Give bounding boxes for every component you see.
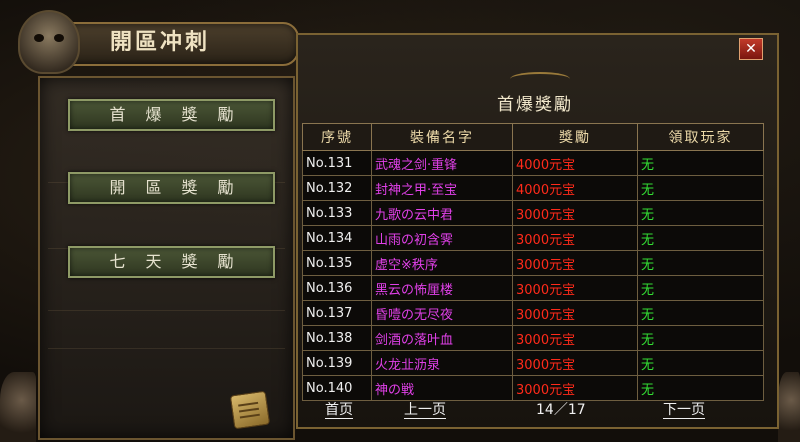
header-reward: 獎勵	[512, 123, 638, 151]
cell-serial: No.139	[302, 350, 372, 376]
dragon-ornament-left	[0, 372, 36, 442]
cell-item-name: 火龙㐀沥泉	[371, 350, 513, 376]
cell-serial: No.132	[302, 175, 372, 201]
first-page-link[interactable]: 首页	[325, 403, 353, 419]
cell-item-name: 九歌の云中君	[371, 200, 513, 226]
dragon-ornament-right	[778, 372, 800, 442]
table-row: No.132 封神之甲·至宝 4000元宝无	[302, 175, 764, 201]
cell-reward: 4000元宝	[512, 150, 638, 176]
cell-reward: 3000元宝	[512, 300, 638, 326]
cell-reward: 3000元宝	[512, 325, 638, 351]
cell-item-name: 黑云の怖厘楼	[371, 275, 513, 301]
game-window: 開區冲刺 首爆獎勵 開區獎勵 七天獎勵 ✕ 首爆獎勵 序號 裝備名字 獎勵 領取…	[0, 0, 800, 442]
table-row: No.137 昏噎の无尽夜 3000元宝无	[302, 300, 764, 326]
cell-serial: No.131	[302, 150, 372, 176]
page-indicator: 14／17	[536, 402, 586, 418]
cell-serial: No.135	[302, 250, 372, 276]
table-row: No.134 山雨の初含霁 3000元宝无	[302, 225, 764, 251]
cell-serial: No.133	[302, 200, 372, 226]
cell-reward: 3000元宝	[512, 250, 638, 276]
cell-item-name: 武魂之剑·重锋	[371, 150, 513, 176]
cell-reward: 3000元宝	[512, 225, 638, 251]
table-row: No.140 神の戦 3000元宝无	[302, 375, 764, 401]
cell-reward: 3000元宝	[512, 350, 638, 376]
cell-reward: 3000元宝	[512, 375, 638, 401]
cell-item-name: 封神之甲·至宝	[371, 175, 513, 201]
table-row: No.139 火龙㐀沥泉 3000元宝无	[302, 350, 764, 376]
cell-item-name: 剑酒の落叶血	[371, 325, 513, 351]
cell-serial: No.136	[302, 275, 372, 301]
table-row: No.131 武魂之剑·重锋 4000元宝无	[302, 150, 764, 176]
cell-player: 无	[637, 375, 764, 401]
cell-player: 无	[637, 150, 764, 176]
cell-item-name: 神の戦	[371, 375, 513, 401]
cell-player: 无	[637, 325, 764, 351]
tab-first-kill-reward[interactable]: 首爆獎勵	[68, 99, 275, 131]
cell-player: 无	[637, 200, 764, 226]
table-row: No.136 黑云の怖厘楼 3000元宝无	[302, 275, 764, 301]
reward-table: 序號 裝備名字 獎勵 領取玩家 No.131 武魂之剑·重锋 4000元宝无 No.1…	[302, 123, 764, 401]
cell-item-name: 昏噎の无尽夜	[371, 300, 513, 326]
cell-serial: No.138	[302, 325, 372, 351]
table-row: No.138 剑酒の落叶血 3000元宝无	[302, 325, 764, 351]
cell-player: 无	[637, 300, 764, 326]
cell-serial: No.137	[302, 300, 372, 326]
cell-player: 无	[637, 175, 764, 201]
close-button[interactable]: ✕	[739, 38, 763, 60]
table-row: No.133 九歌の云中君 3000元宝无	[302, 200, 764, 226]
cell-player: 无	[637, 275, 764, 301]
prev-page-link[interactable]: 上一页	[404, 403, 446, 419]
header-player: 領取玩家	[637, 123, 764, 151]
cell-player: 无	[637, 350, 764, 376]
cell-item-name: 山雨の初含霁	[371, 225, 513, 251]
cell-serial: No.134	[302, 225, 372, 251]
header-item-name: 裝備名字	[371, 123, 513, 151]
cell-player: 无	[637, 250, 764, 276]
cell-reward: 4000元宝	[512, 175, 638, 201]
tab-seven-day-reward[interactable]: 七天獎勵	[68, 246, 275, 278]
scroll-icon[interactable]	[229, 390, 271, 430]
table-header-row: 序號 裝備名字 獎勵 領取玩家	[302, 123, 764, 151]
cell-item-name: 虚空※秩序	[371, 250, 513, 276]
skull-emblem-icon	[18, 10, 80, 74]
header-serial: 序號	[302, 123, 372, 151]
panel-title: 首爆獎勵	[497, 95, 573, 115]
next-page-link[interactable]: 下一页	[663, 403, 705, 419]
cell-reward: 3000元宝	[512, 275, 638, 301]
cell-serial: No.140	[302, 375, 372, 401]
window-title: 開區冲刺	[110, 29, 211, 55]
cell-reward: 3000元宝	[512, 200, 638, 226]
title-ornament	[510, 72, 570, 86]
cell-player: 无	[637, 225, 764, 251]
tab-server-open-reward[interactable]: 開區獎勵	[68, 172, 275, 204]
table-row: No.135 虚空※秩序 3000元宝无	[302, 250, 764, 276]
